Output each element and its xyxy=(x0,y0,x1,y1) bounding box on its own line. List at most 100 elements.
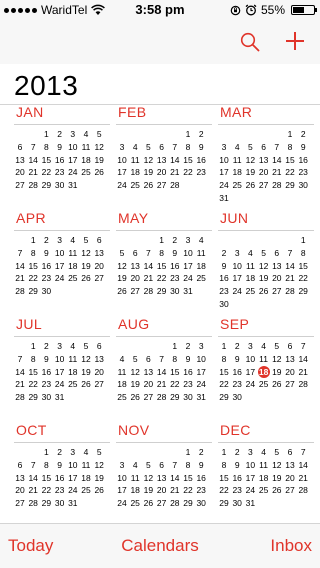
day-number: 23 xyxy=(41,273,52,284)
month-may[interactable]: MAY 1 2 3 4 5 6 7 8 9 10 11 12 13 14 15 16 17 18 19 20 21 22 23… xyxy=(116,210,212,298)
day-number: 7 xyxy=(30,141,36,152)
day-number: 2 xyxy=(221,247,227,258)
day-number: 19 xyxy=(143,167,154,178)
month-nov[interactable]: NOV 1 2 3 4 5 6 7 8 9 10 11 12 13 14 15 16 17 18 19 20 21 22 23… xyxy=(116,422,212,510)
day-number: 15 xyxy=(183,472,193,483)
month-days-grid: 1 2 3 4 5 6 7 8 9 10 11 12 13 14 15 16 17 18 19 20 21 22 23 24 2… xyxy=(14,128,110,192)
day-number: 28 xyxy=(272,180,282,191)
day-number: 15 xyxy=(219,366,229,377)
day-number: 30 xyxy=(54,498,65,509)
day-number: 26 xyxy=(245,180,256,191)
month-aug[interactable]: AUG 1 2 3 4 5 6 7 8 9 10 11 12 13 14 15 16 17 18 19 20 21 22 23… xyxy=(116,316,212,404)
day-number: 6 xyxy=(132,247,138,258)
day-number: 5 xyxy=(146,141,151,152)
day-number: 22 xyxy=(28,379,38,390)
day-number: 7 xyxy=(300,341,306,351)
day-number: 4 xyxy=(70,341,76,351)
day-number: 1 xyxy=(30,341,36,351)
day-number: 7 xyxy=(172,141,178,152)
day-number: 20 xyxy=(15,485,25,496)
day-number: 28 xyxy=(156,392,167,403)
day-number: 29 xyxy=(28,286,38,297)
day-number: 6 xyxy=(17,459,23,470)
day-number: 10 xyxy=(54,247,65,258)
month-sep[interactable]: SEP 1 2 3 4 5 6 7 8 9 10 11 12 13 14 15 16 17 18 19 20 21 22 23… xyxy=(218,316,314,404)
day-number: 8 xyxy=(30,247,36,258)
day-number: 29 xyxy=(219,392,229,403)
day-number: 3 xyxy=(185,235,191,245)
day-number: 20 xyxy=(285,472,295,483)
day-number: 20 xyxy=(15,167,25,178)
day-number: 13 xyxy=(143,366,154,377)
day-number: 8 xyxy=(300,247,306,258)
day-number: 3 xyxy=(221,141,227,152)
navigation-bar xyxy=(0,20,320,64)
day-number: 12 xyxy=(94,459,104,470)
day-number: 14 xyxy=(15,366,25,377)
day-number: 28 xyxy=(298,485,308,496)
month-oct[interactable]: OCT 1 2 3 4 5 6 7 8 9 10 11 12 13 14 15 16 17 18 19 20 21 22 23… xyxy=(14,422,110,510)
day-number: 21 xyxy=(28,167,38,178)
day-number: 17 xyxy=(117,167,127,178)
month-divider xyxy=(14,124,110,125)
day-number: 20 xyxy=(94,366,104,377)
month-mar[interactable]: MAR 1 2 3 4 5 6 7 8 9 10 11 12 13 14 15 16 17 18 19 20 21 22 23… xyxy=(218,104,314,205)
day-number: 30 xyxy=(298,180,308,191)
day-number: 25 xyxy=(81,167,91,178)
day-number: 26 xyxy=(81,379,91,390)
day-number: 29 xyxy=(219,498,229,509)
day-number: 22 xyxy=(183,485,193,496)
day-number: 12 xyxy=(272,353,282,364)
day-number: 13 xyxy=(272,260,282,271)
month-jun[interactable]: JUN 1 2 3 4 5 6 7 8 9 10 11 12 13 14 15 16 17 18 19 20 21 22 23… xyxy=(218,210,314,311)
search-icon[interactable] xyxy=(238,30,262,54)
day-number: 10 xyxy=(219,154,229,165)
month-apr[interactable]: APR 1 2 3 4 5 6 7 8 9 10 11 12 13 14 15 16 17 18 19 20 21 22 23… xyxy=(14,210,110,298)
day-number: 8 xyxy=(159,247,164,258)
day-number: 19 xyxy=(81,366,91,377)
day-number: 9 xyxy=(300,141,306,152)
day-number: 7 xyxy=(17,247,23,258)
inbox-button[interactable]: Inbox xyxy=(270,536,312,556)
battery-percentage: 55% xyxy=(260,3,285,17)
month-dec[interactable]: DEC 1 2 3 4 5 6 7 8 9 10 11 12 13 14 15 16 17 18 19 20 21 22 23… xyxy=(218,422,314,510)
day-number: 13 xyxy=(285,353,295,364)
month-days-grid: 1 2 3 4 5 6 7 8 9 10 11 12 13 14 15 16 17 18 19 20 21 22 23 24 2… xyxy=(116,128,212,192)
day-number: 21 xyxy=(15,273,25,284)
battery-icon xyxy=(291,5,317,15)
day-number: 24 xyxy=(68,485,78,496)
day-number: 24 xyxy=(245,379,256,390)
day-number: 16 xyxy=(54,472,65,483)
day-number: 27 xyxy=(285,379,295,390)
day-number: 20 xyxy=(130,273,140,284)
day-number: 7 xyxy=(159,353,164,364)
day-number: 16 xyxy=(232,366,242,377)
month-divider xyxy=(14,336,110,337)
day-number: 22 xyxy=(41,167,52,178)
month-name: MAR xyxy=(220,104,253,120)
day-number: 26 xyxy=(94,485,104,496)
day-number: 2 xyxy=(44,235,49,245)
day-number: 23 xyxy=(54,167,65,178)
day-number: 17 xyxy=(232,273,242,284)
month-jan[interactable]: JAN 1 2 3 4 5 6 7 8 9 10 11 12 13 14 15 16 17 18 19 20 21 22 23… xyxy=(14,104,110,192)
day-number: 19 xyxy=(272,472,282,483)
month-name: JAN xyxy=(16,104,44,120)
month-jul[interactable]: JUL 1 2 3 4 5 6 7 8 9 10 11 12 13 14 15 16 17 18 19 20 21 22 23… xyxy=(14,316,110,404)
day-number: 20 xyxy=(143,379,154,390)
day-number: 16 xyxy=(232,472,242,483)
today-day-marker: 18 xyxy=(257,365,270,378)
day-number: 11 xyxy=(259,353,268,364)
plus-icon[interactable] xyxy=(282,28,308,54)
day-number: 18 xyxy=(81,472,91,483)
year-title[interactable]: 2013 xyxy=(14,70,78,102)
day-number: 5 xyxy=(83,341,89,351)
day-number: 28 xyxy=(298,379,308,390)
day-number: 24 xyxy=(232,286,242,297)
month-feb[interactable]: FEB 1 2 3 4 5 6 7 8 9 10 11 12 13 14 15 16 17 18 19 20 21 22 23… xyxy=(116,104,212,192)
day-number: 5 xyxy=(119,247,125,258)
day-number: 1 xyxy=(172,341,178,351)
day-number: 26 xyxy=(143,498,154,509)
day-number: 11 xyxy=(81,141,91,152)
day-number: 14 xyxy=(15,260,25,271)
